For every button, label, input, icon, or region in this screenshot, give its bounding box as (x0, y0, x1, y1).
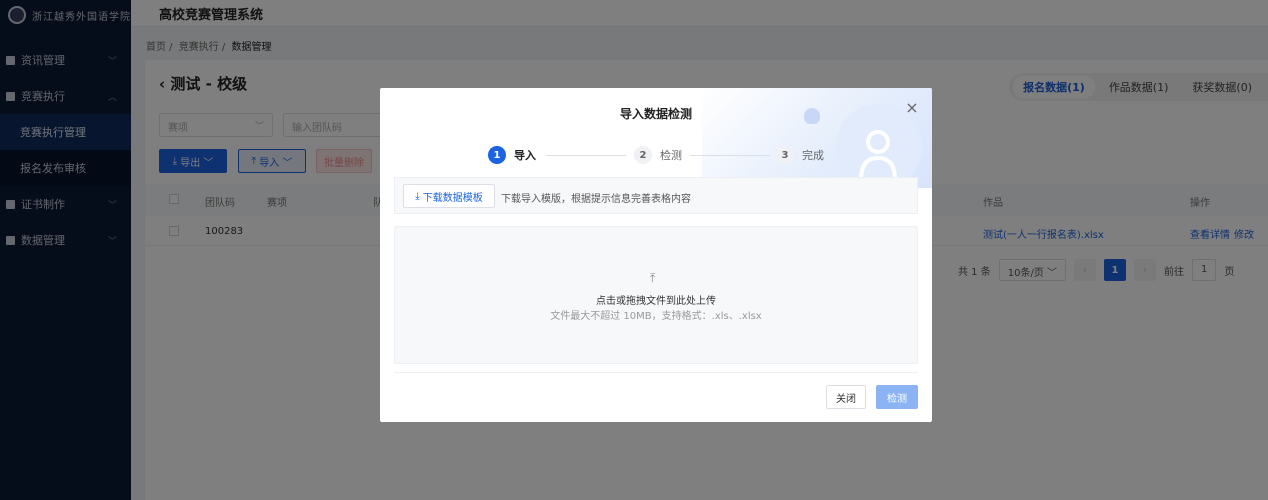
import-steps: 1 导入 2 检测 3 完成 (488, 146, 828, 166)
modal-title: 导入数据检测 (619, 107, 692, 121)
close-button[interactable]: 关闭 (826, 385, 866, 409)
step-import: 1 导入 (488, 146, 536, 164)
divider (394, 372, 918, 373)
step-detect: 2 检测 (634, 146, 682, 164)
download-icon: ⤓ (415, 190, 420, 202)
upload-text: 点击或拖拽文件到此处上传 (596, 296, 716, 307)
template-hint: 下载导入模版，根据提示信息完善表格内容 (501, 194, 691, 205)
import-detect-modal: 导入数据检测 × 1 导入 2 检测 3 完成 ⤓ 下载数据模板 下载导入模版，… (380, 88, 932, 422)
step-connector (546, 155, 626, 156)
download-template-label: 下载数据模板 (422, 192, 483, 204)
step-label: 导入 (514, 149, 536, 162)
upload-icon: ⤒ (650, 271, 656, 285)
template-bar: ⤓ 下载数据模板 下载导入模版，根据提示信息完善表格内容 (394, 177, 918, 214)
download-template-button[interactable]: ⤓ 下载数据模板 (403, 184, 495, 208)
detect-button[interactable]: 检测 (876, 385, 918, 409)
step-complete: 3 完成 (776, 146, 824, 164)
upload-dropzone[interactable]: ⤒ 点击或拖拽文件到此处上传 文件最大不超过 10MB，支持格式：.xls、.x… (394, 226, 918, 364)
step-number: 1 (488, 146, 506, 164)
step-number: 3 (776, 146, 794, 164)
step-label: 检测 (660, 149, 682, 162)
step-number: 2 (634, 146, 652, 164)
close-icon[interactable]: × (904, 100, 920, 116)
upload-limits: 文件最大不超过 10MB，支持格式：.xls、.xlsx (550, 311, 762, 322)
step-label: 完成 (802, 149, 824, 162)
step-connector (690, 155, 770, 156)
